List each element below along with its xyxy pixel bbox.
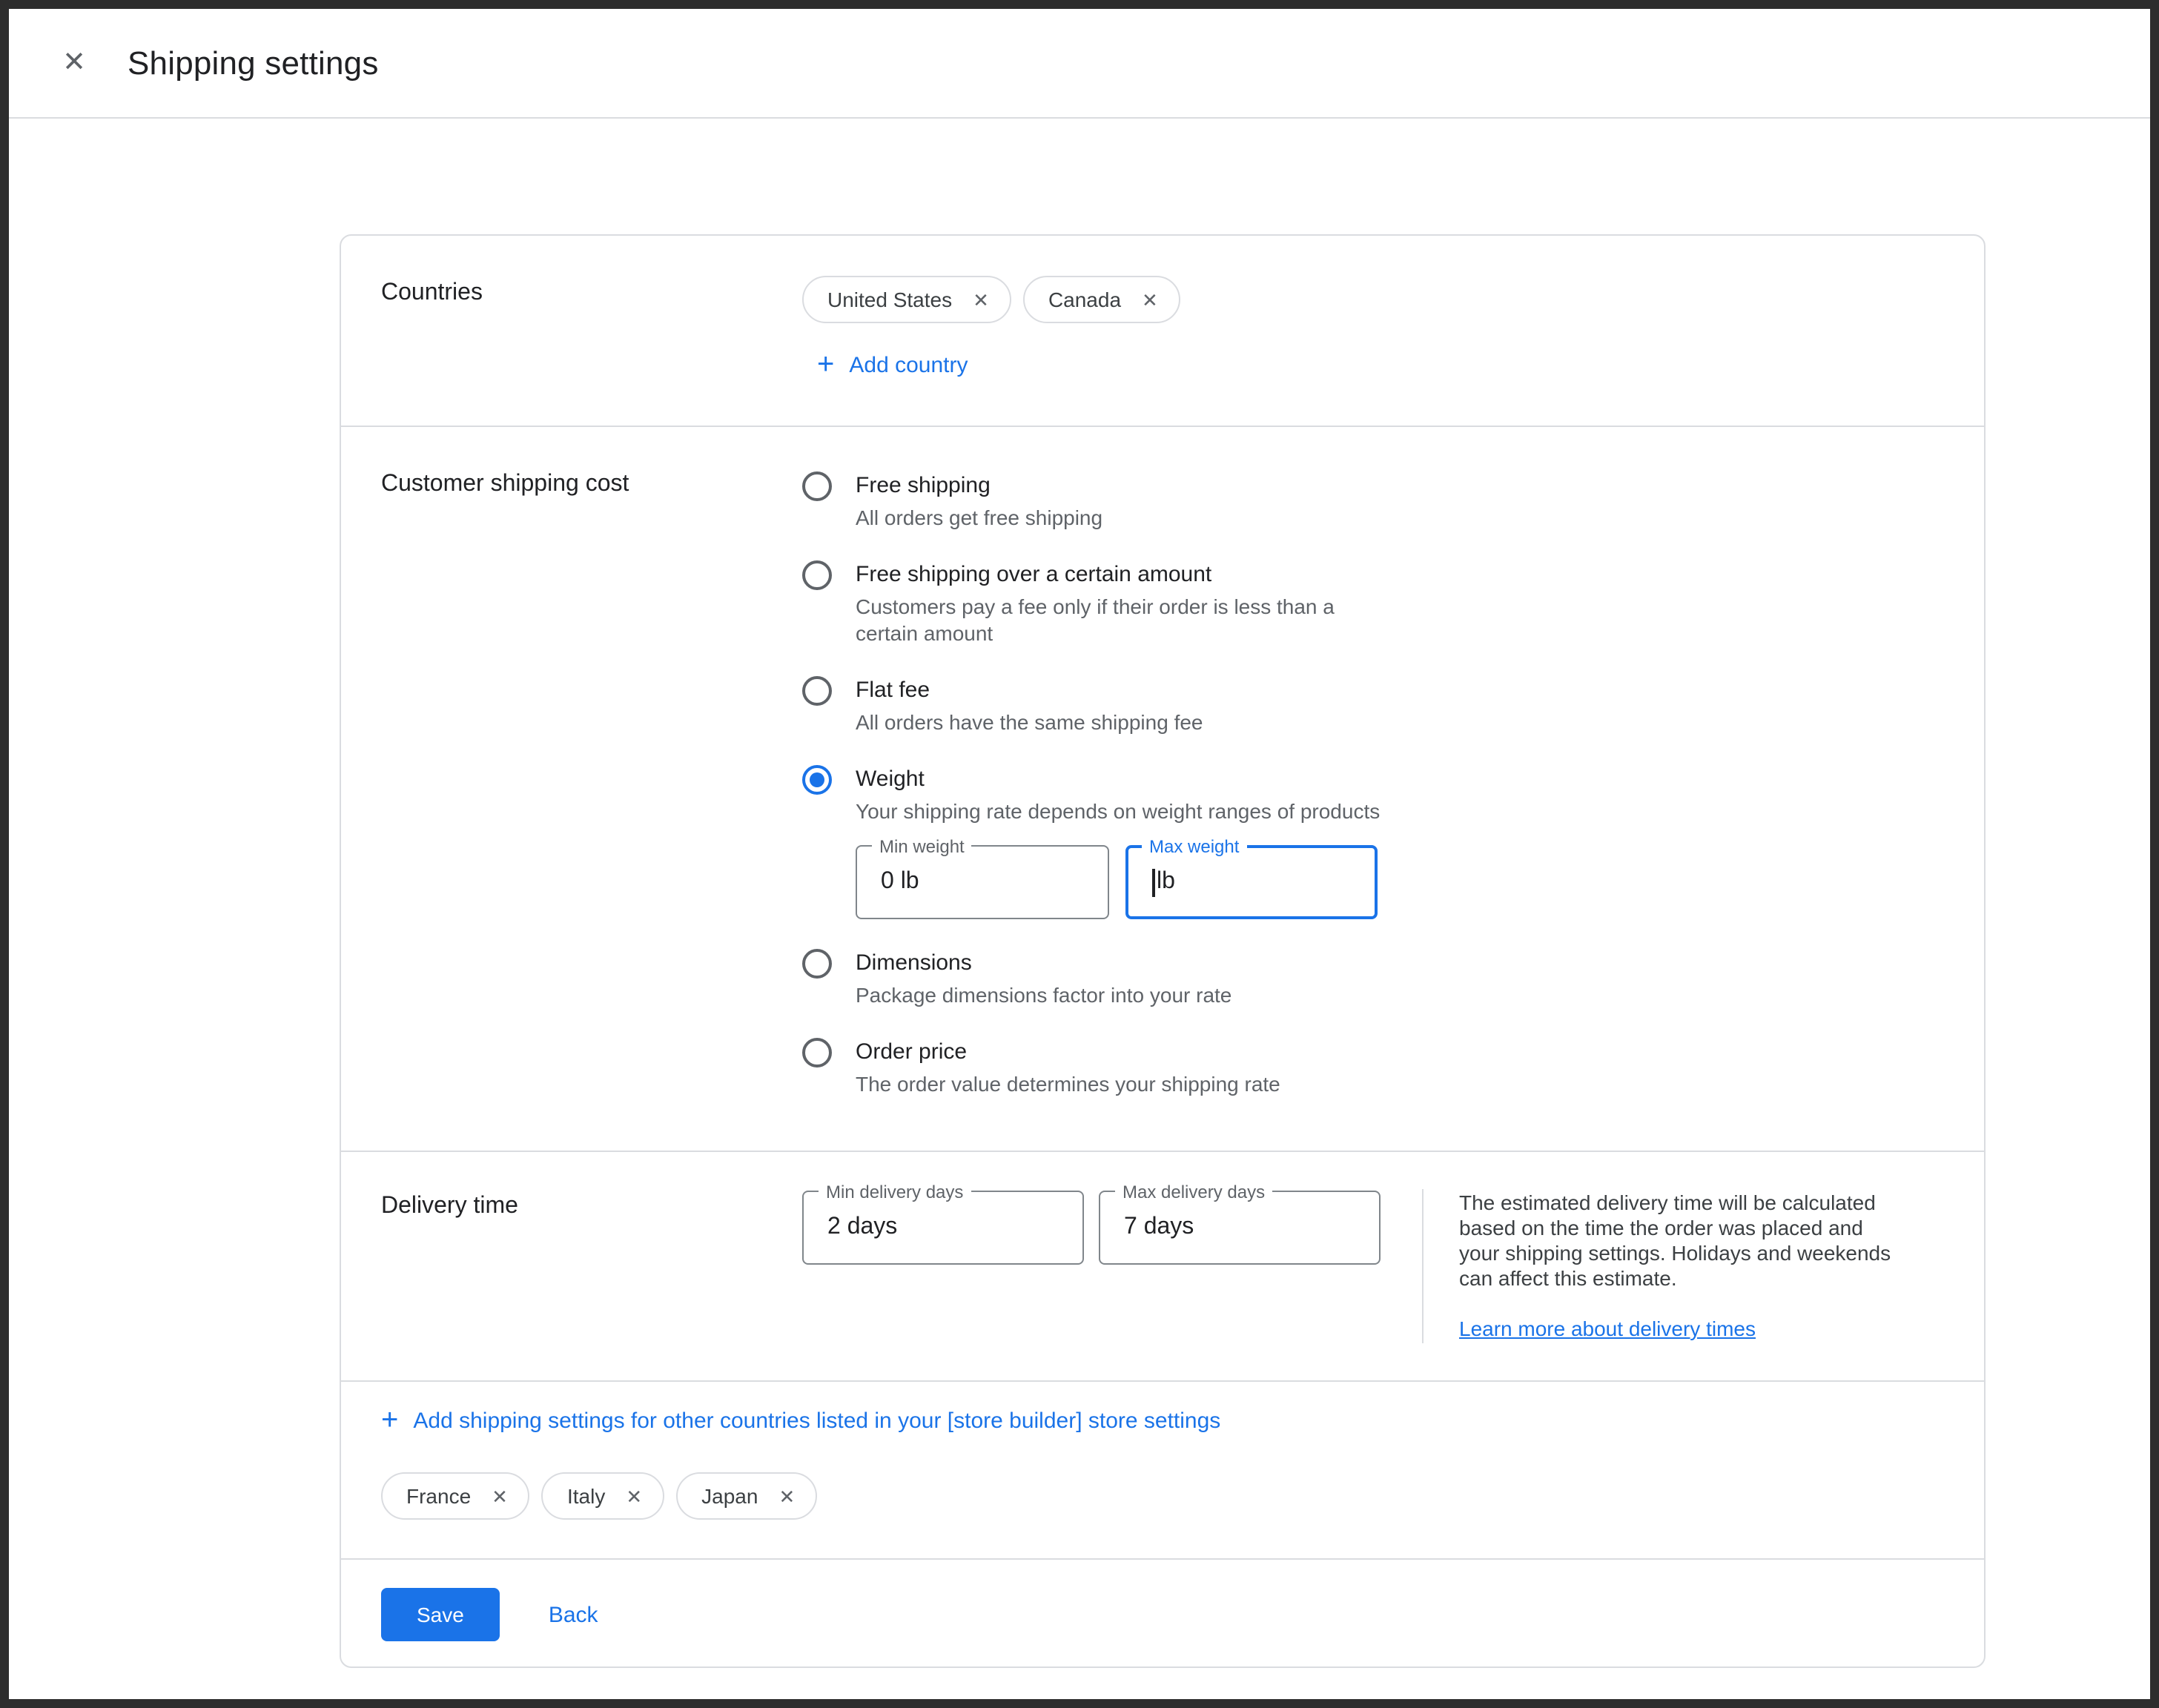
page-title: Shipping settings bbox=[128, 44, 379, 82]
country-chip-italy: Italy ✕ bbox=[542, 1472, 664, 1520]
max-weight-field[interactable]: Max weight lb bbox=[1125, 845, 1378, 919]
option-free-shipping-over-amount[interactable]: Free shipping over a certain amount Cust… bbox=[802, 560, 1984, 646]
delivery-time-content: Min delivery days 2 days Max delivery da… bbox=[802, 1152, 1984, 1380]
other-country-chips: France ✕ Italy ✕ Japan ✕ bbox=[381, 1472, 1944, 1520]
radio-dimensions[interactable] bbox=[802, 949, 832, 979]
remove-chip-icon[interactable]: ✕ bbox=[626, 1486, 642, 1506]
min-delivery-days-field[interactable]: Min delivery days 2 days bbox=[802, 1191, 1084, 1265]
scale-wrapper: ✕ Shipping settings Countries United Sta… bbox=[0, 0, 2159, 1708]
country-chip-canada: Canada ✕ bbox=[1023, 276, 1180, 323]
country-chip-france: France ✕ bbox=[381, 1472, 530, 1520]
radio-weight[interactable] bbox=[802, 765, 832, 795]
weight-fields: Min weight 0 lb Max weight lb bbox=[856, 845, 1380, 919]
option-title: Free shipping bbox=[856, 471, 1102, 500]
remove-chip-icon[interactable]: ✕ bbox=[973, 290, 989, 309]
min-delivery-days-label: Min delivery days bbox=[819, 1180, 971, 1204]
save-button[interactable]: Save bbox=[381, 1588, 500, 1641]
max-weight-label: Max weight bbox=[1142, 835, 1246, 858]
remove-chip-icon[interactable]: ✕ bbox=[492, 1486, 508, 1506]
add-other-countries-label: Add shipping settings for other countrie… bbox=[413, 1408, 1220, 1433]
option-description: All orders have the same shipping fee bbox=[856, 709, 1203, 735]
radio-flat-fee[interactable] bbox=[802, 676, 832, 706]
vertical-divider bbox=[1422, 1189, 1424, 1343]
min-weight-label: Min weight bbox=[872, 835, 972, 858]
countries-content: United States ✕ Canada ✕ + Add country bbox=[802, 236, 1984, 426]
delivery-time-section: Delivery time Min delivery days 2 days M… bbox=[341, 1152, 1984, 1382]
max-weight-value: lb bbox=[1157, 869, 1175, 896]
option-title: Dimensions bbox=[856, 949, 1231, 977]
min-delivery-days-value: 2 days bbox=[827, 1214, 897, 1241]
delivery-info-text: The estimated delivery time will be calc… bbox=[1459, 1191, 1892, 1291]
back-button[interactable]: Back bbox=[531, 1602, 616, 1627]
remove-chip-icon[interactable]: ✕ bbox=[778, 1486, 795, 1506]
option-description: Package dimensions factor into your rate bbox=[856, 982, 1231, 1008]
add-country-label: Add country bbox=[849, 352, 968, 377]
chip-label: Canada bbox=[1048, 288, 1121, 311]
min-weight-field[interactable]: Min weight 0 lb bbox=[856, 845, 1109, 919]
country-chip-united-states: United States ✕ bbox=[802, 276, 1011, 323]
countries-label: Countries bbox=[341, 236, 802, 426]
delivery-time-label: Delivery time bbox=[341, 1152, 802, 1380]
chip-label: France bbox=[406, 1484, 471, 1508]
shipping-cost-label: Customer shipping cost bbox=[341, 427, 802, 1151]
add-country-button[interactable]: + Add country bbox=[817, 350, 968, 380]
plus-icon: + bbox=[381, 1406, 398, 1435]
close-icon[interactable]: ✕ bbox=[58, 49, 90, 77]
shipping-cost-section: Customer shipping cost Free shipping All… bbox=[341, 427, 1984, 1152]
text-cursor bbox=[1152, 868, 1155, 896]
learn-more-link[interactable]: Learn more about delivery times bbox=[1459, 1317, 1756, 1340]
option-order-price[interactable]: Order price The order value determines y… bbox=[802, 1038, 1984, 1097]
option-title: Flat fee bbox=[856, 676, 1203, 704]
option-description: The order value determines your shipping… bbox=[856, 1070, 1280, 1097]
add-other-countries-button[interactable]: + Add shipping settings for other countr… bbox=[381, 1406, 1220, 1435]
option-title: Free shipping over a certain amount bbox=[856, 560, 1389, 589]
radio-free-shipping-over-amount[interactable] bbox=[802, 560, 832, 590]
option-description: Customers pay a fee only if their order … bbox=[856, 593, 1389, 646]
chip-label: Japan bbox=[701, 1484, 758, 1508]
option-title: Order price bbox=[856, 1038, 1280, 1066]
max-delivery-days-label: Max delivery days bbox=[1115, 1180, 1272, 1204]
countries-section: Countries United States ✕ Canada ✕ + bbox=[341, 236, 1984, 427]
min-weight-value: 0 lb bbox=[881, 869, 919, 896]
chip-label: Italy bbox=[567, 1484, 605, 1508]
shipping-cost-options: Free shipping All orders get free shippi… bbox=[802, 427, 1984, 1151]
option-title: Weight bbox=[856, 765, 1380, 793]
option-weight[interactable]: Weight Your shipping rate depends on wei… bbox=[802, 765, 1984, 919]
dialog-header: ✕ Shipping settings bbox=[9, 9, 2150, 119]
option-description: Your shipping rate depends on weight ran… bbox=[856, 798, 1380, 824]
plus-icon: + bbox=[817, 350, 834, 380]
option-description: All orders get free shipping bbox=[856, 504, 1102, 531]
delivery-fields: Min delivery days 2 days Max delivery da… bbox=[802, 1191, 1381, 1343]
option-flat-fee[interactable]: Flat fee All orders have the same shippi… bbox=[802, 676, 1984, 735]
max-delivery-days-field[interactable]: Max delivery days 7 days bbox=[1099, 1191, 1381, 1265]
delivery-info: The estimated delivery time will be calc… bbox=[1459, 1191, 1892, 1343]
footer: Save Back bbox=[341, 1560, 1984, 1666]
radio-free-shipping[interactable] bbox=[802, 471, 832, 501]
shipping-settings-page: ✕ Shipping settings Countries United Sta… bbox=[0, 0, 2159, 1708]
settings-card: Countries United States ✕ Canada ✕ + bbox=[340, 234, 1986, 1668]
max-delivery-days-value: 7 days bbox=[1124, 1214, 1194, 1241]
other-countries-section: + Add shipping settings for other countr… bbox=[341, 1382, 1984, 1560]
chip-label: United States bbox=[827, 288, 952, 311]
remove-chip-icon[interactable]: ✕ bbox=[1142, 290, 1158, 309]
option-dimensions[interactable]: Dimensions Package dimensions factor int… bbox=[802, 949, 1984, 1008]
country-chips: United States ✕ Canada ✕ bbox=[802, 276, 1984, 323]
radio-order-price[interactable] bbox=[802, 1038, 832, 1068]
country-chip-japan: Japan ✕ bbox=[676, 1472, 817, 1520]
option-free-shipping[interactable]: Free shipping All orders get free shippi… bbox=[802, 471, 1984, 531]
